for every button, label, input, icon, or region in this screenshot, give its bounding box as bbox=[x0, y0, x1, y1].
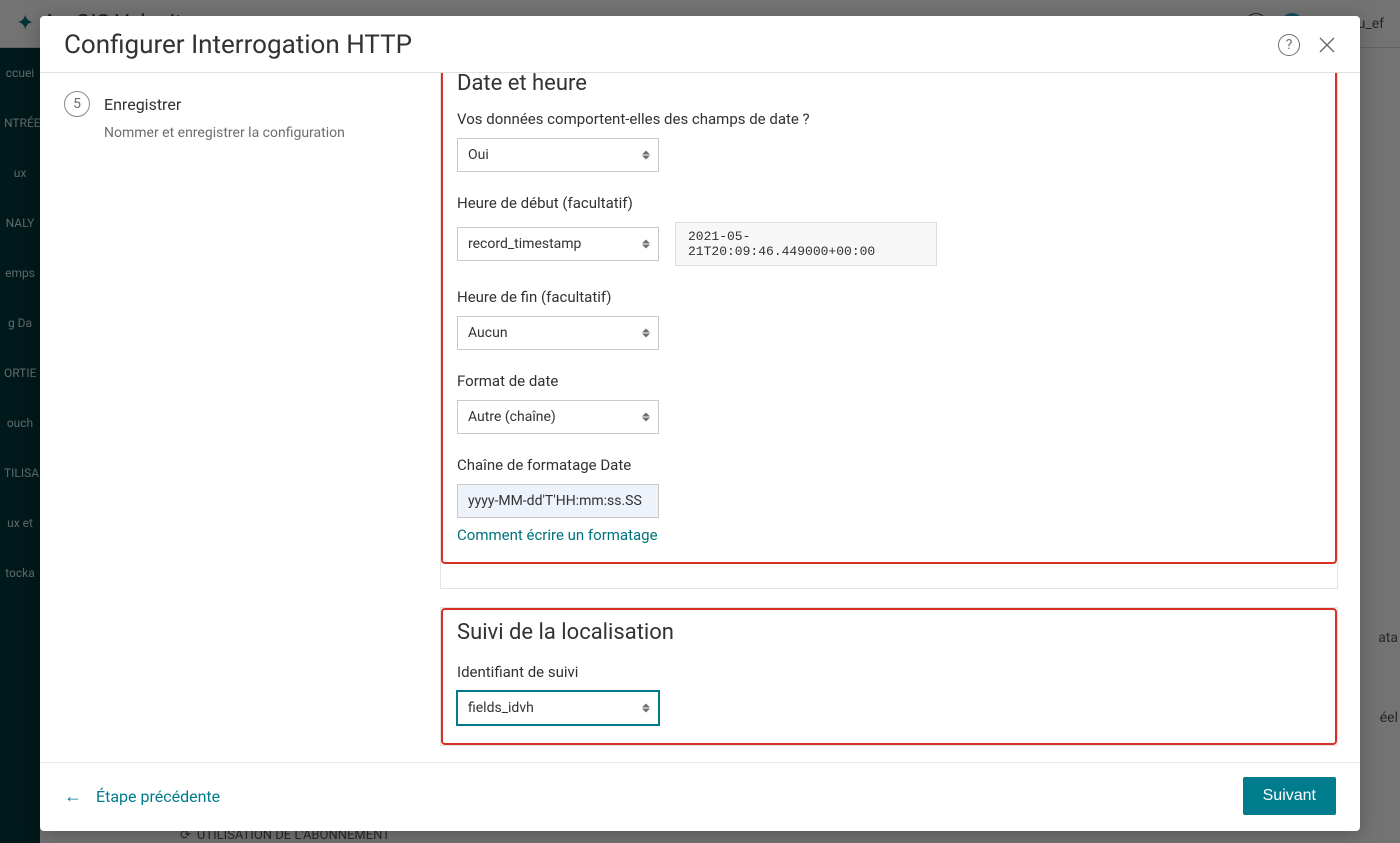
bg-sidebar-item: ux et bbox=[0, 498, 40, 548]
select-value: Aucun bbox=[468, 325, 508, 341]
has-date-fields-select[interactable]: Oui bbox=[457, 138, 659, 172]
step-number-circle: 5 bbox=[64, 91, 90, 117]
step-title: Enregistrer bbox=[104, 95, 181, 114]
track-id-label: Identifiant de suivi bbox=[457, 663, 1321, 681]
bg-sidebar-item: ux bbox=[0, 148, 40, 198]
close-icon[interactable] bbox=[1318, 36, 1336, 54]
caret-icon bbox=[642, 329, 650, 338]
format-chain-input[interactable]: yyyy-MM-dd'T'HH:mm:ss.SS bbox=[457, 484, 659, 518]
caret-icon bbox=[642, 413, 650, 422]
date-time-panel: Date et heure Vos données comportent-ell… bbox=[440, 73, 1338, 589]
bg-logo-icon: ✦ bbox=[16, 11, 34, 36]
select-value: record_timestamp bbox=[468, 236, 581, 252]
bg-right-strip: ata bbox=[1378, 630, 1398, 646]
caret-icon bbox=[642, 704, 650, 713]
bg-right-strip: éel bbox=[1380, 710, 1398, 726]
modal-body: 5 Enregistrer Nommer et enregistrer la c… bbox=[40, 73, 1360, 762]
modal-configure-http-poller: Configurer Interrogation HTTP ? 5 Enregi… bbox=[40, 16, 1360, 831]
previous-step-link[interactable]: ← Étape précédente bbox=[64, 786, 220, 807]
caret-icon bbox=[642, 240, 650, 249]
step-description: Nommer et enregistrer la configuration bbox=[104, 125, 416, 141]
bg-sidebar-item: NTRÉE bbox=[0, 98, 40, 148]
has-date-fields-label: Vos données comportent-elles des champs … bbox=[457, 110, 1321, 128]
section-date-title: Date et heure bbox=[457, 73, 1321, 96]
bg-sidebar-item: ouch bbox=[0, 398, 40, 448]
start-time-label: Heure de début (facultatif) bbox=[457, 194, 1321, 212]
section-tracking-title: Suivi de la localisation bbox=[457, 620, 1321, 645]
date-format-label: Format de date bbox=[457, 372, 1321, 390]
modal-title: Configurer Interrogation HTTP bbox=[64, 30, 412, 60]
track-id-select[interactable]: fields_idvh bbox=[457, 691, 659, 725]
date-format-select[interactable]: Autre (chaîne) bbox=[457, 400, 659, 434]
end-time-select[interactable]: Aucun bbox=[457, 316, 659, 350]
form-column: Date et heure Vos données comportent-ell… bbox=[440, 73, 1360, 762]
format-chain-label: Chaîne de formatage Date bbox=[457, 456, 1321, 474]
bg-sidebar-item: ccuei bbox=[0, 48, 40, 98]
bg-sidebar-item: ORTIE bbox=[0, 348, 40, 398]
tracking-highlight: Suivi de la localisation Identifiant de … bbox=[441, 608, 1337, 745]
format-help-link[interactable]: Comment écrire un formatage bbox=[457, 526, 658, 544]
steps-column: 5 Enregistrer Nommer et enregistrer la c… bbox=[40, 73, 440, 762]
tracking-panel: Suivi de la localisation Identifiant de … bbox=[440, 607, 1338, 746]
help-icon[interactable]: ? bbox=[1278, 34, 1300, 56]
bg-sidebar-item: emps bbox=[0, 248, 40, 298]
start-time-select[interactable]: record_timestamp bbox=[457, 227, 659, 261]
input-value: yyyy-MM-dd'T'HH:mm:ss.SS bbox=[468, 493, 642, 509]
modal-header: Configurer Interrogation HTTP ? bbox=[40, 16, 1360, 73]
select-value: fields_idvh bbox=[468, 700, 534, 716]
bg-sidebar-item: TILISA bbox=[0, 448, 40, 498]
arrow-left-icon: ← bbox=[64, 786, 82, 807]
start-time-preview: 2021-05-21T20:09:46.449000+00:00 bbox=[675, 222, 937, 266]
caret-icon bbox=[642, 151, 650, 160]
bg-sidebar: ccuei NTRÉE ux NALY emps g Da ORTIE ouch… bbox=[0, 48, 40, 843]
bg-sidebar-item: tocka bbox=[0, 548, 40, 598]
previous-step-label: Étape précédente bbox=[96, 787, 220, 806]
step-row: 5 Enregistrer bbox=[64, 91, 416, 117]
end-time-label: Heure de fin (facultatif) bbox=[457, 288, 1321, 306]
select-value: Oui bbox=[468, 147, 489, 163]
date-time-highlight: Date et heure Vos données comportent-ell… bbox=[441, 73, 1337, 564]
bg-sidebar-item: g Da bbox=[0, 298, 40, 348]
next-button[interactable]: Suivant bbox=[1243, 777, 1336, 815]
modal-footer: ← Étape précédente Suivant bbox=[40, 762, 1360, 831]
bg-sidebar-item: NALY bbox=[0, 198, 40, 248]
select-value: Autre (chaîne) bbox=[468, 409, 556, 425]
